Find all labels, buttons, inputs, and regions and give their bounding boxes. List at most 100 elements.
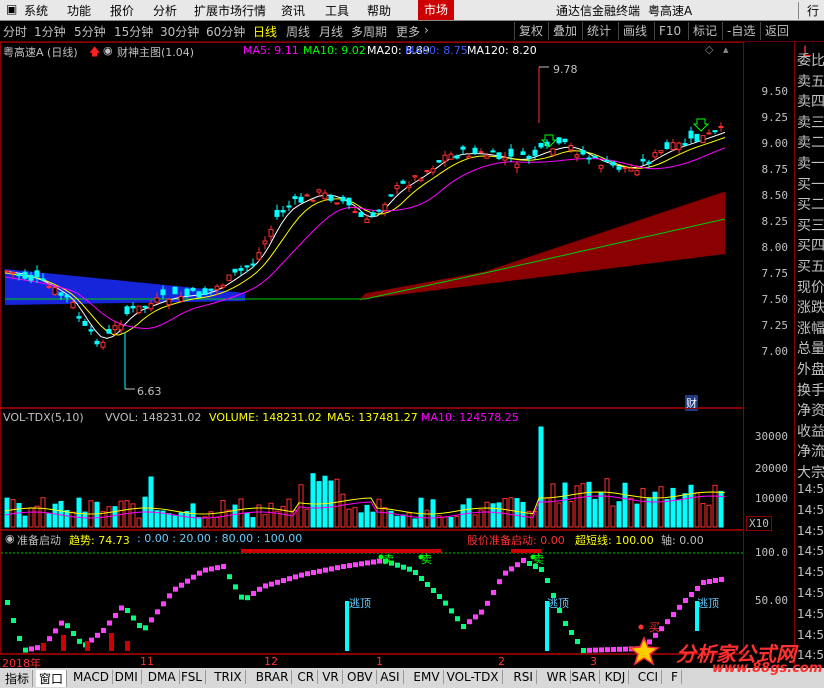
draw-line-button[interactable]: 画线 [618,22,647,40]
period-tab[interactable]: 分时 [3,23,27,40]
oscillator-step [593,647,598,653]
candle-body [52,287,58,296]
menu-item-function[interactable]: 功能 [67,2,91,19]
indicator-tab[interactable]: CCI [635,670,663,684]
candle-body [130,305,136,309]
expand-icon[interactable]: ▴ [723,43,729,56]
oscillator-step [431,588,436,593]
indicator-tab[interactable]: F [668,670,682,684]
indicator-tab[interactable]: WR [544,670,571,684]
indicator-tab[interactable]: TRIX [211,670,246,684]
oscillator-step [695,586,700,591]
candle-body [514,163,520,169]
quote-field-label: 卖五 [797,73,824,90]
menu-item-system[interactable]: 系统 [24,2,48,19]
oscillator-step [401,564,406,570]
oscillator-step [437,594,442,599]
indicator-tab[interactable]: DMA [145,670,180,684]
indicator-tab[interactable]: VR [319,670,343,684]
period-tab[interactable]: 30分钟 [160,23,199,40]
menu-item-extended-market[interactable]: 扩展市场行情 [194,2,266,19]
indicator-tab[interactable]: FSL [178,670,206,684]
period-tab[interactable]: 月线 [319,23,343,40]
indicator-tab[interactable]: VOL-TDX [444,670,503,684]
indicator-dropdown-icon[interactable]: ◉ [103,44,113,57]
indicator-tab[interactable]: OBV [344,670,377,684]
period-tab[interactable]: 15分钟 [114,23,153,40]
indicator-tab[interactable]: CR [294,670,319,684]
period-tab[interactable]: 5分钟 [74,23,106,40]
period-tab[interactable]: 多周期 [351,23,387,40]
candle-body [250,263,256,266]
volume-indicator-title[interactable]: VOL-TDX(5,10) [3,411,84,424]
main-indicator-name[interactable]: 财神主图(1.04) [117,44,194,60]
quote-field-label: 卖四 [797,94,824,111]
osc-axis: 100.0 50.00 [744,530,794,654]
back-button[interactable]: 返回 [760,22,789,40]
indicator-tab[interactable]: ASI [377,670,404,684]
volume-bar [250,517,256,528]
candle-body [124,306,130,315]
candle-body [22,271,28,279]
fuquan-button[interactable]: 复权 [514,22,543,40]
vol-ma5-label: MA5: 137481.27 [327,411,418,424]
menu-system-icon: ▣ [6,2,18,16]
oscillator-step [203,567,208,573]
price-chart [4,66,726,390]
period-tab[interactable]: 60分钟 [206,23,245,40]
period-tab-more[interactable]: 更多 [396,23,420,40]
indicator-tab[interactable]: BRAR [253,670,293,684]
indicator-tab[interactable]: SAR [568,670,600,684]
indicator-tab[interactable]: MACD [70,670,113,684]
volume-bar [520,501,526,528]
indicator-tab[interactable]: EMV [410,670,444,684]
down-arrow-icon [692,118,710,132]
menu-item-tools[interactable]: 工具 [325,2,349,19]
oscillator-step [29,646,34,652]
indicator-tab[interactable]: 指标 [2,670,34,687]
add-favorite-button[interactable]: -自选 [722,22,755,40]
date-label: 1 [376,655,383,668]
oscillator-step [479,609,484,615]
quote-field-label: 总量 [797,341,824,358]
osc-title[interactable]: 准备启动 [17,532,61,548]
stats-button[interactable]: 统计 [582,22,611,40]
price-pane[interactable]: 粤高速A (日线) 🡅 ◉ 财神主图(1.04) MA5: 9.11 MA10:… [0,42,744,411]
volume-bar [226,509,232,528]
diamond-icon[interactable]: ◇ [705,43,713,56]
period-tab-selected[interactable]: 日线 [253,23,277,40]
f10-button[interactable]: F10 [654,22,681,40]
volume-bar [574,485,580,528]
candle-body [262,240,268,245]
oscillator-step [449,608,454,614]
volume-bar [532,511,538,528]
period-tab[interactable]: 1分钟 [34,23,66,40]
indicator-tab[interactable]: RSI [510,670,537,684]
overlay-button[interactable]: 叠加 [548,22,577,40]
candle-body [676,142,682,150]
menu-item-news[interactable]: 资讯 [281,2,305,19]
menu-item-quote[interactable]: 报价 [110,2,134,19]
candle-body [394,185,400,190]
candle-body [358,212,364,218]
volume-bar [646,498,652,528]
candle-body [328,195,334,201]
more-arrow-icon[interactable]: › [424,23,429,37]
quote-field-label: 委比 [797,53,824,69]
indicator-tab[interactable]: DMI [112,670,142,684]
indicator-tab[interactable]: KDJ [602,670,630,684]
indicator-tab[interactable]: 窗口 [36,670,68,687]
menu-item-analysis[interactable]: 分析 [153,2,177,19]
menu-item-help[interactable]: 帮助 [367,2,391,19]
sell-signal: 卖 [533,553,544,566]
menu-item-market[interactable]: 市场 [418,0,455,20]
candle-body [46,285,52,288]
bookmark-button[interactable]: 标记 [688,22,717,40]
oscillator-step [119,605,124,611]
volume-bar [472,514,478,528]
osc-dropdown-icon[interactable]: ◉ [5,532,15,545]
volume-pane[interactable]: VOL-TDX(5,10) VVOL: 148231.02 VOLUME: 14… [0,408,744,530]
menu-item-cut[interactable]: 行 [798,2,819,19]
quote-field-label: 外盘 [797,362,824,378]
period-tab[interactable]: 周线 [286,23,310,40]
